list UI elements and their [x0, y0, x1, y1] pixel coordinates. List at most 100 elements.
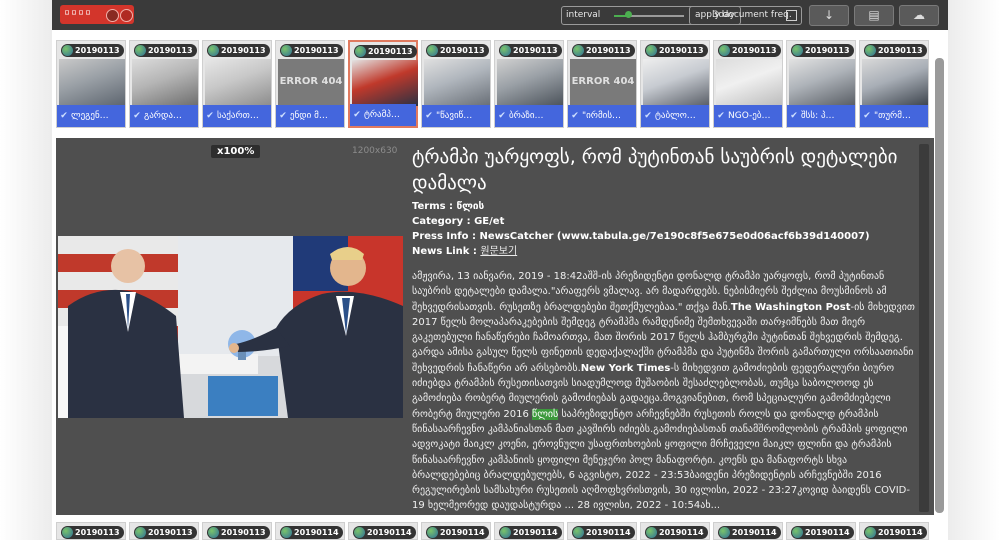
caption-text: "თურმ… [874, 111, 911, 121]
globe-icon [208, 45, 219, 56]
thumbnail-card[interactable]: 20190113 ✔ ლეგენ… [56, 40, 126, 128]
date-label: 20190113 [148, 528, 193, 537]
check-icon[interactable]: ✔ [860, 105, 874, 127]
globe-icon [646, 45, 657, 56]
check-icon[interactable]: ✔ [130, 105, 144, 127]
thumbnail-card[interactable]: 20190113 ✔ "წავიწ… [421, 40, 491, 128]
thumbnail-image [497, 59, 563, 105]
check-icon[interactable]: ✔ [714, 105, 728, 127]
category-value: GE/et [474, 216, 505, 227]
sort-download-icon: ↓ [823, 8, 835, 22]
thumbnail-caption[interactable]: ✔ ბრაზი… [495, 105, 563, 127]
thumbnail-card[interactable]: 20190113 ✔ NGO-ებ… [713, 40, 783, 128]
globe-icon [865, 45, 876, 56]
thumbnail-caption[interactable]: ✔ საქართ… [203, 105, 271, 127]
error-label: ERROR 404 [570, 59, 636, 105]
press-value: NewsCatcher (www.tabula.ge/7e190c8f5e675… [479, 231, 870, 242]
globe-icon [62, 527, 73, 538]
thumbnail-caption[interactable]: ✔ "თურმ… [860, 105, 928, 127]
thumbnail-card[interactable]: 20190113 ERROR 404 ✔ ენდი მ… [275, 40, 345, 128]
view-button[interactable]: ▤ [854, 5, 894, 26]
check-icon[interactable]: ✔ [641, 105, 655, 127]
thumbnail-card[interactable]: 20190113 ✔ გარდა… [129, 40, 199, 128]
date-label: 20190113 [75, 46, 120, 55]
thumbnail-card[interactable]: 20190113 [129, 522, 199, 540]
thumbnail-card[interactable]: 20190114 [494, 522, 564, 540]
news-link[interactable]: 원문보기 [480, 246, 517, 257]
thumbnail-card[interactable]: 20190113 ✔ ბრაზი… [494, 40, 564, 128]
check-icon[interactable]: ✔ [203, 105, 217, 127]
check-icon[interactable]: ✔ [568, 105, 582, 127]
cloud-button[interactable]: ☁ [899, 5, 939, 26]
app-badge-label: ▫▫▫▫ [64, 7, 93, 18]
globe-icon [427, 45, 438, 56]
thumbnail-card[interactable]: 20190114 [713, 522, 783, 540]
thumbnail-card[interactable]: 20190113 ✔ "თურმ… [859, 40, 929, 128]
thumbnail-card[interactable]: 20190114 [640, 522, 710, 540]
globe-icon [792, 45, 803, 56]
thumbnail-caption[interactable]: ✔ ტაბლო… [641, 105, 709, 127]
date-label: 20190114 [294, 528, 339, 537]
date-badge: 20190114 [353, 526, 416, 539]
check-icon[interactable]: ✔ [422, 105, 436, 127]
apply-doc-freq-toggle[interactable]: apply document freq. [689, 6, 802, 25]
thumbnail-card[interactable]: 20190114 [786, 522, 856, 540]
thumbnail-caption[interactable]: ✔ ლეგენ… [57, 105, 125, 127]
thumbnail-card[interactable]: 20190114 [859, 522, 929, 540]
date-badge: 20190113 [134, 44, 197, 57]
globe-icon [62, 45, 73, 56]
thumbnail-card[interactable]: 20190113 ✔ საქართ… [202, 40, 272, 128]
top-toolbar: ▫▫▫▫ interval 3day apply document freq. … [52, 0, 948, 30]
thumbnail-card[interactable]: 20190113 [56, 522, 126, 540]
caption-text: "წავიწ… [436, 111, 473, 121]
interval-label: interval [566, 10, 601, 20]
thumbnail-caption[interactable]: ✔ ენდი მ… [276, 105, 344, 127]
date-label: 20190114 [805, 528, 850, 537]
thumbnail-card[interactable]: 20190113 [202, 522, 272, 540]
close-icon[interactable] [120, 9, 133, 22]
document-view-icon: ▤ [868, 8, 880, 22]
terms-label: Terms : [412, 201, 454, 212]
caption-text: საქართ… [217, 111, 259, 121]
thumbnail-caption[interactable]: ✔ NGO-ებ… [714, 105, 782, 127]
thumbnail-card[interactable]: 20190114 [567, 522, 637, 540]
thumbnail-card[interactable]: 20190114 [275, 522, 345, 540]
thumbnail-card[interactable]: 20190113 ERROR 404 ✔ "ირმის… [567, 40, 637, 128]
article-news-link: News Link : 원문보기 [412, 244, 917, 259]
sort-button[interactable]: ↓ [809, 5, 849, 26]
check-icon[interactable]: ✔ [495, 105, 509, 127]
date-label: 20190113 [294, 46, 339, 55]
date-label: 20190113 [221, 46, 266, 55]
page-scrollbar[interactable] [935, 58, 944, 513]
thumbnail-card[interactable]: 20190113 ✔ შსს: პ… [786, 40, 856, 128]
press-label: Press Info : [412, 231, 476, 242]
check-icon[interactable]: ✔ [276, 105, 290, 127]
check-icon[interactable]: ✔ [787, 105, 801, 127]
thumbnail-card[interactable]: 20190114 [421, 522, 491, 540]
apply-doc-freq-checkbox[interactable] [786, 10, 797, 21]
interval-slider-knob[interactable] [625, 11, 632, 18]
date-badge: 20190114 [499, 526, 562, 539]
thumbnail-image [643, 59, 709, 105]
edit-icon[interactable] [106, 9, 119, 22]
thumbnail-card[interactable]: 20190113 ✔ ტაბლო… [640, 40, 710, 128]
thumbnail-caption[interactable]: ✔ ტრამპ… [350, 104, 416, 126]
caption-text: ლეგენ… [71, 111, 109, 121]
thumbnail-caption[interactable]: ✔ გარდა… [130, 105, 198, 127]
thumbnail-caption[interactable]: ✔ "ირმის… [568, 105, 636, 127]
check-icon[interactable]: ✔ [350, 104, 364, 126]
app-badge[interactable]: ▫▫▫▫ [60, 5, 134, 24]
date-badge: 20190114 [791, 526, 854, 539]
zoom-level[interactable]: x100% [211, 145, 261, 158]
caption-text: გარდა… [144, 111, 182, 121]
check-icon[interactable]: ✔ [57, 105, 71, 127]
date-label: 20190114 [732, 528, 777, 537]
thumbnail-caption[interactable]: ✔ "წავიწ… [422, 105, 490, 127]
thumbnail-card[interactable]: 20190114 [348, 522, 418, 540]
thumbnail-image [862, 59, 928, 105]
thumbnail-caption[interactable]: ✔ შსს: პ… [787, 105, 855, 127]
article-scrollbar[interactable] [919, 144, 929, 512]
image-dimensions: 1200x630 [352, 146, 398, 156]
thumbnail-card[interactable]: 20190113 ✔ ტრამპ… [348, 40, 418, 128]
error-label: ERROR 404 [278, 59, 344, 105]
